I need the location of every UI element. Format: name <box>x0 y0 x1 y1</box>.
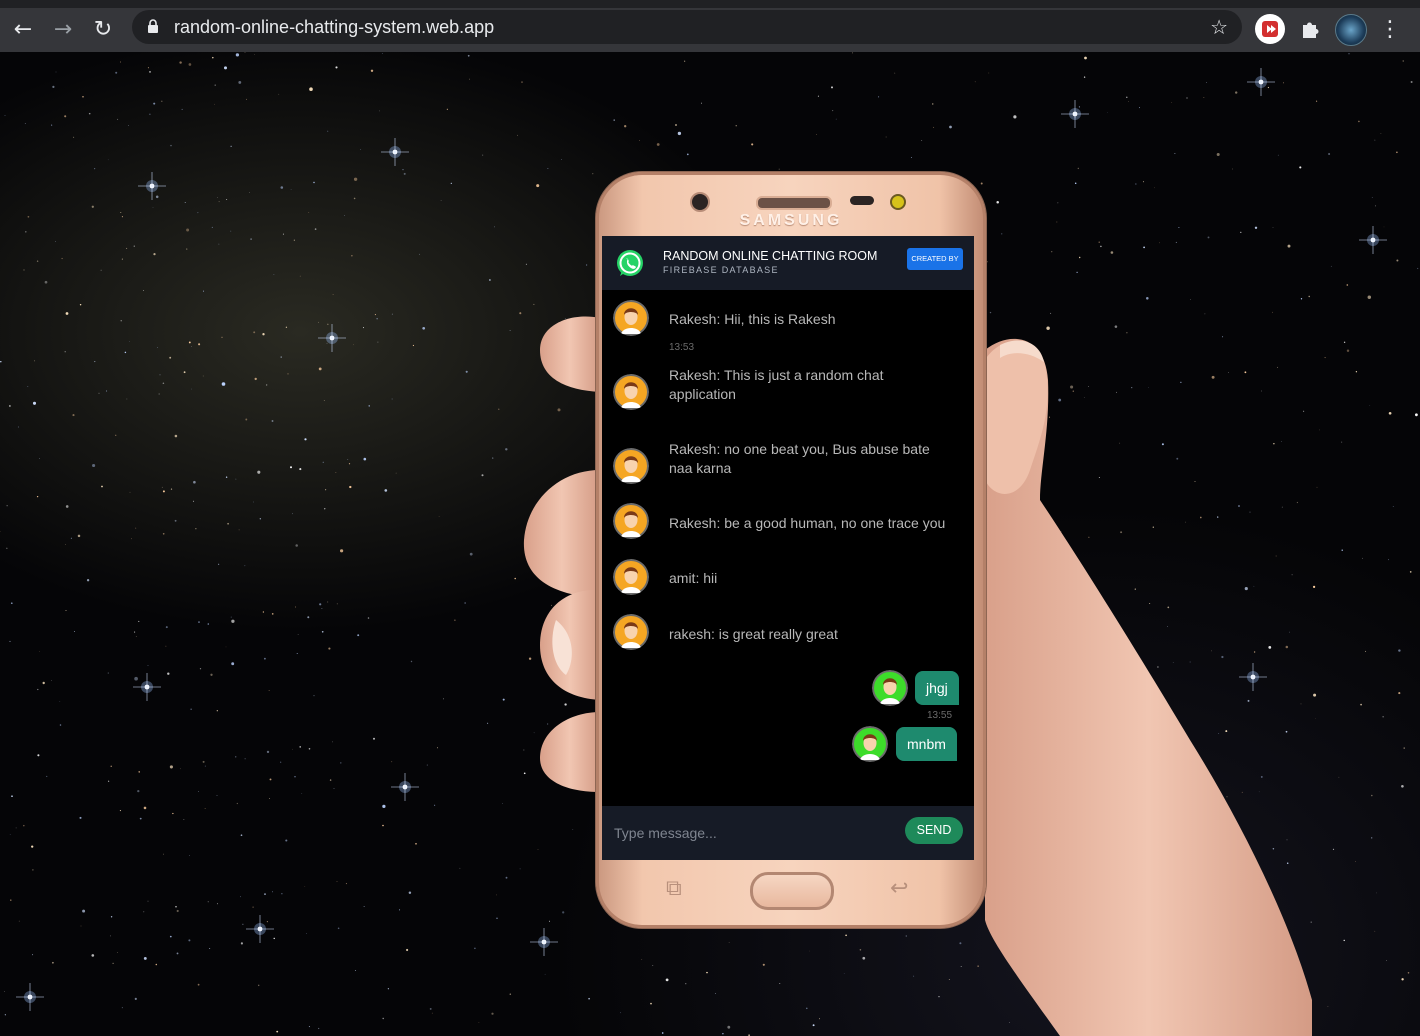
user-avatar <box>613 503 649 539</box>
chat-header: RANDOM ONLINE CHATTING ROOM FIREBASE DAT… <box>602 236 974 290</box>
front-camera-icon <box>690 192 710 212</box>
app-title: RANDOM ONLINE CHATTING ROOM <box>663 249 878 263</box>
user-avatar <box>613 559 649 595</box>
message-text: Rakesh: no one beat you, Bus abuse bate … <box>669 441 930 476</box>
message-time: 13:55 <box>927 710 953 721</box>
message-text: Rakesh: This is just a random chat appli… <box>669 367 884 402</box>
message-text: Rakesh: Hii, this is Rakesh <box>669 311 836 327</box>
user-avatar <box>613 448 649 484</box>
sensor-icon <box>850 196 874 205</box>
user-avatar <box>613 614 649 650</box>
message-bubble: mnbm <box>896 727 957 761</box>
flash-icon <box>890 194 906 210</box>
message-list: Rakesh: Hii, this is Rakesh 13:53 Rakesh… <box>602 290 974 806</box>
message-text: rakesh: is great really great <box>669 626 838 642</box>
message-text: amit: hii <box>669 570 718 586</box>
user-avatar <box>613 374 649 410</box>
send-button[interactable]: SEND <box>905 817 963 844</box>
message-input[interactable] <box>612 819 886 847</box>
message-time: 13:53 <box>669 342 695 353</box>
my-avatar <box>872 670 908 706</box>
message-composer: SEND <box>602 806 974 860</box>
home-button <box>750 872 834 910</box>
whatsapp-icon <box>617 250 643 276</box>
app-subtitle: FIREBASE DATABASE <box>663 265 779 275</box>
message-text: Rakesh: be a good human, no one trace yo… <box>669 515 946 531</box>
phone-back-icon: ↩ <box>890 876 909 901</box>
my-avatar <box>852 726 888 762</box>
speaker-grill <box>756 196 832 210</box>
message-bubble: jhgj <box>915 671 959 705</box>
chat-app: RANDOM ONLINE CHATTING ROOM FIREBASE DAT… <box>602 236 974 860</box>
recent-apps-icon: ⧉ <box>666 876 682 901</box>
user-avatar <box>613 300 649 336</box>
created-by-button[interactable]: CREATED BY <box>907 248 963 270</box>
phone-brand: SAMSUNG <box>739 212 843 229</box>
